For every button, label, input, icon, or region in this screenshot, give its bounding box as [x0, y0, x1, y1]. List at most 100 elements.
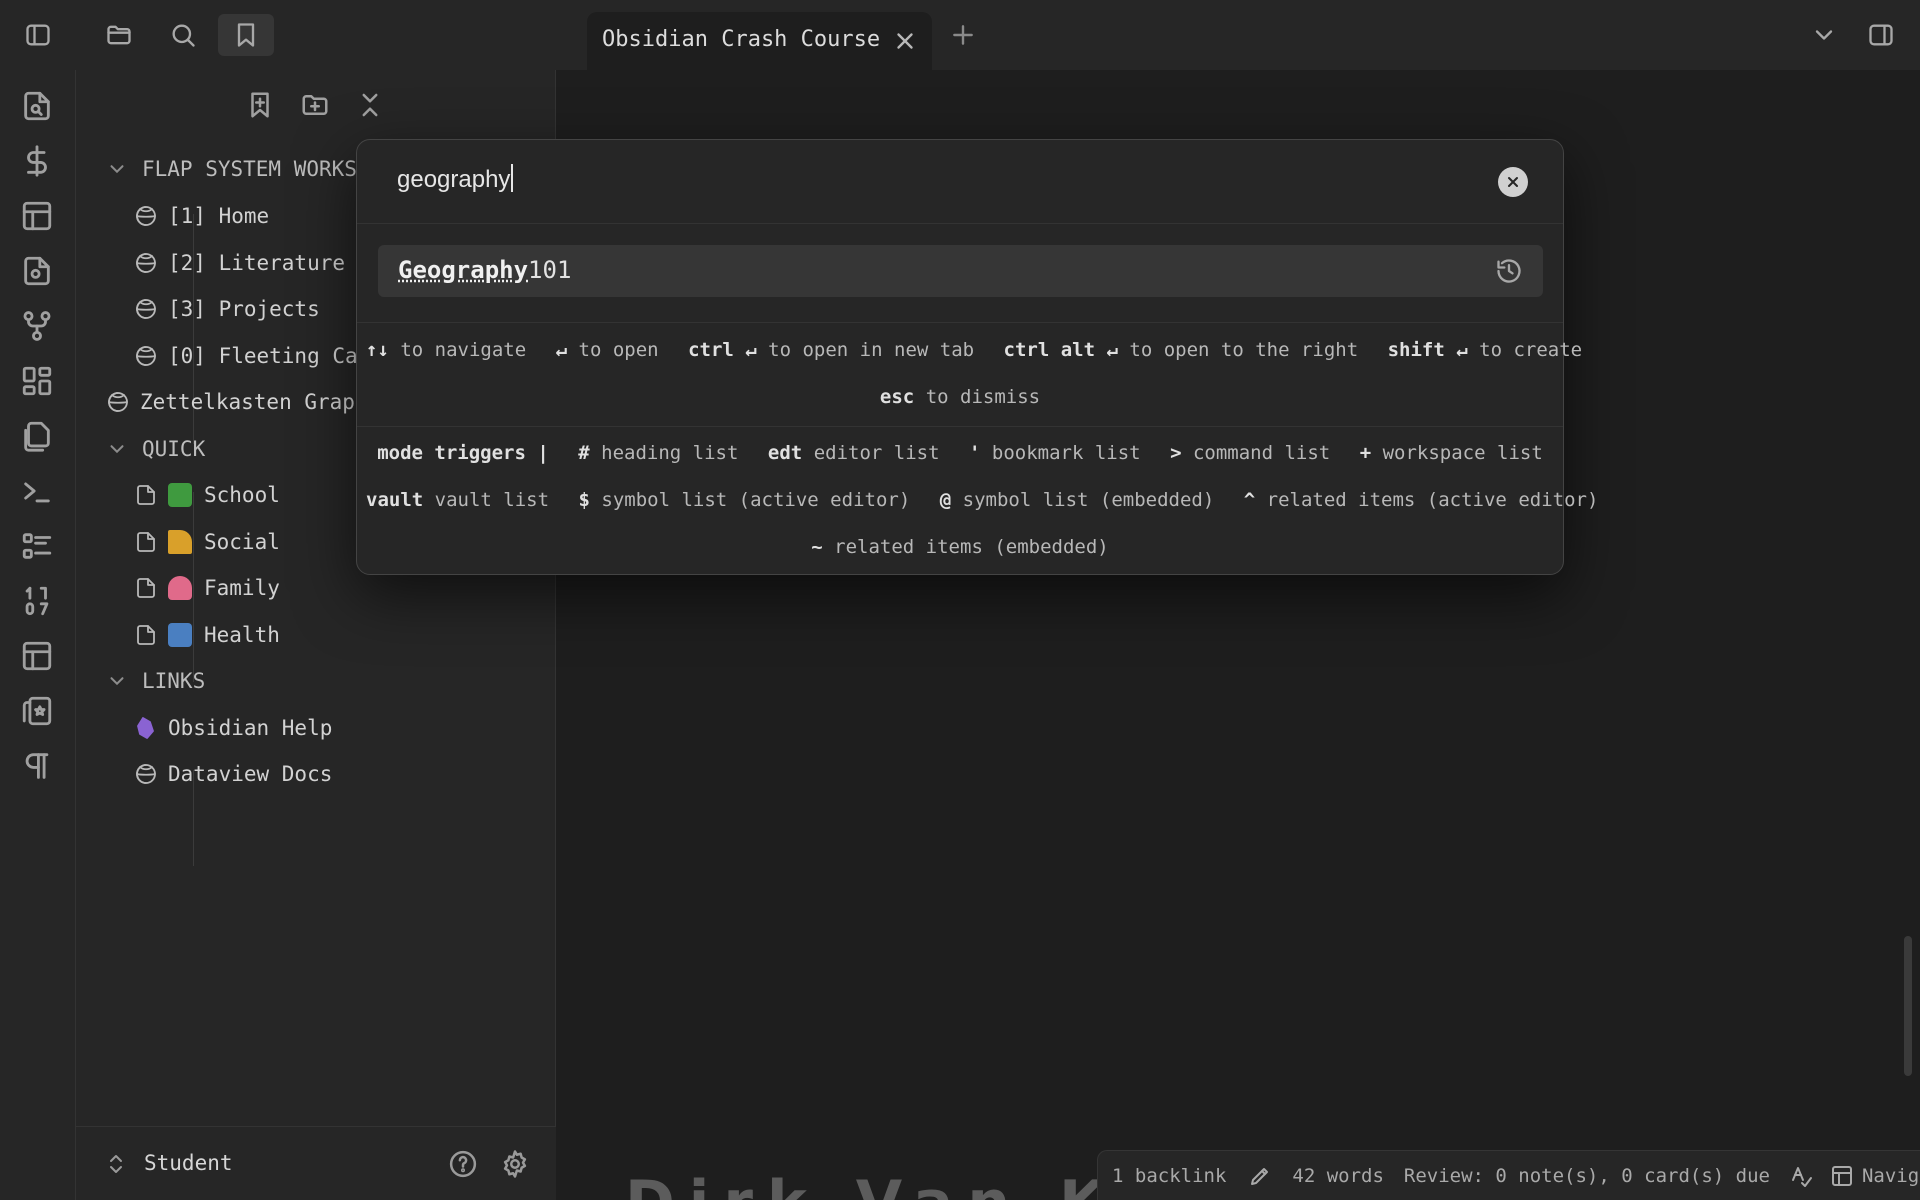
divider — [357, 322, 1563, 323]
bookmark-item-health[interactable]: Health — [134, 617, 280, 653]
navigate-button[interactable]: Navigate — [1830, 1164, 1920, 1188]
heart-icon — [168, 576, 192, 600]
bookmark-plus-icon — [245, 90, 275, 120]
chevrons-up-down-icon[interactable] — [106, 1153, 126, 1175]
bookmark-item-school[interactable]: School — [134, 477, 280, 513]
editor-scrollbar[interactable] — [1904, 936, 1912, 1076]
tab-title: Obsidian Crash Course — [602, 27, 880, 52]
mode-bookmark: ' bookmark list — [969, 442, 1141, 464]
bookmark-icon — [232, 21, 260, 49]
ribbon-layout-2-button[interactable] — [20, 639, 54, 673]
ribbon-layout-button[interactable] — [20, 199, 54, 233]
search-icon — [169, 21, 197, 49]
toggle-left-sidebar-button[interactable] — [10, 14, 66, 56]
spellcheck-button[interactable] — [1790, 1164, 1814, 1188]
ribbon-sort-numeric-button[interactable] — [20, 584, 54, 618]
workspace-icon — [106, 390, 130, 414]
list-checks-icon — [20, 529, 54, 563]
help-icon — [448, 1149, 478, 1179]
ribbon-dashboard-button[interactable] — [20, 364, 54, 398]
add-bookmark-button[interactable] — [245, 90, 275, 120]
edit-mode-button[interactable] — [1248, 1164, 1272, 1188]
ribbon-file-search-2-button[interactable] — [20, 254, 54, 288]
result-title: Geography101 — [398, 256, 571, 284]
instructions-row-1: ↑↓ to navigate ↵ to open ctrl ↵ to open … — [357, 339, 1563, 361]
mode-triggers-row-1: mode triggers | # heading list edt edito… — [357, 442, 1563, 464]
item-label: Health — [204, 623, 280, 647]
workspace-icon — [134, 344, 158, 368]
mode-heading: # heading list — [578, 442, 738, 464]
workspace-icon — [134, 204, 158, 228]
search-result-item[interactable]: Geography101 — [378, 245, 1543, 297]
dollar-icon — [20, 144, 54, 178]
bookmark-item-family[interactable]: Family — [134, 570, 280, 606]
file-icon — [134, 530, 158, 554]
vault-name[interactable]: Student — [144, 1151, 233, 1175]
toggle-right-sidebar-button[interactable] — [1853, 14, 1909, 56]
sidebar-left-icon — [24, 21, 52, 49]
mode-triggers-row-2: vault vault list $ symbol list (active e… — [357, 489, 1563, 511]
mode-related-active: ^ related items (active editor) — [1244, 489, 1599, 511]
mode-workspace: + workspace list — [1360, 442, 1543, 464]
mode-triggers-title: mode triggers | — [377, 442, 549, 464]
bookmark-item-zettelkasten-graph[interactable]: Zettelkasten Graph — [106, 384, 368, 420]
file-icon — [134, 623, 158, 647]
bookmark-item-dataview-docs[interactable]: Dataview Docs — [134, 756, 332, 792]
file-explorer-button[interactable] — [91, 14, 147, 56]
tab-list-button[interactable] — [1796, 14, 1852, 56]
new-tab-button[interactable] — [950, 22, 978, 50]
collapse-all-button[interactable] — [355, 90, 385, 120]
new-bookmark-group-button[interactable] — [300, 90, 330, 120]
mode-command: > command list — [1170, 442, 1330, 464]
terminal-icon — [20, 474, 54, 508]
item-label: School — [204, 483, 280, 507]
group-label: LINKS — [142, 669, 205, 693]
bookmark-item-obsidian-help[interactable]: Obsidian Help — [134, 710, 332, 746]
chevrons-collapse-icon — [355, 90, 385, 120]
bookmark-item-home[interactable]: [1] Home — [134, 198, 269, 234]
bookmark-group-quick[interactable]: QUICK — [106, 431, 205, 467]
bookmark-item-social[interactable]: Social — [134, 524, 280, 560]
file-icon — [134, 576, 158, 600]
ribbon-pilcrow-button[interactable] — [20, 749, 54, 783]
ribbon-copy-button[interactable] — [20, 419, 54, 453]
review-status[interactable]: Review: 0 note(s), 0 card(s) due — [1404, 1165, 1770, 1187]
pilcrow-icon — [20, 749, 54, 783]
flashcards-icon — [20, 694, 54, 728]
bookmark-group-links[interactable]: LINKS — [106, 663, 205, 699]
text-caret — [511, 164, 513, 192]
clear-search-button[interactable] — [1498, 167, 1528, 197]
sidebar-right-icon — [1867, 21, 1895, 49]
help-button[interactable] — [448, 1149, 478, 1179]
hint-create: shift ↵ to create — [1388, 339, 1582, 361]
hint-navigate: ↑↓ to navigate — [366, 339, 526, 361]
layout-icon — [20, 639, 54, 673]
file-icon — [134, 483, 158, 507]
ribbon-terminal-button[interactable] — [20, 474, 54, 508]
layout-icon — [20, 199, 54, 233]
result-rest: 101 — [528, 256, 571, 284]
bookmarks-button[interactable] — [218, 14, 274, 56]
backlink-count[interactable]: 1 backlink — [1112, 1165, 1226, 1187]
group-label: FLAP SYSTEM WORKSPACE — [142, 157, 382, 181]
title-bar: Obsidian Crash Course — [0, 0, 1920, 70]
group-label: QUICK — [142, 437, 205, 461]
ribbon-checklist-button[interactable] — [20, 529, 54, 563]
item-label: Zettelkasten Graph — [140, 390, 368, 414]
recent-history-icon — [1495, 257, 1523, 285]
ribbon-file-search-button[interactable] — [20, 89, 54, 123]
file-search-icon — [20, 254, 54, 288]
ribbon-dollar-button[interactable] — [20, 144, 54, 178]
result-match: Geography — [398, 256, 528, 284]
settings-button[interactable] — [500, 1149, 530, 1179]
workspace-icon — [134, 251, 158, 275]
bookmark-item-projects[interactable]: [3] Projects — [134, 291, 320, 327]
tab-close-button[interactable] — [892, 28, 918, 54]
ribbon-graph-button[interactable] — [20, 309, 54, 343]
tab-obsidian-crash-course[interactable]: Obsidian Crash Course — [587, 12, 932, 70]
search-input[interactable]: geography — [397, 164, 513, 194]
bookmark-group-flap[interactable]: FLAP SYSTEM WORKSPACE — [106, 151, 382, 187]
ribbon-flashcards-button[interactable] — [20, 694, 54, 728]
search-button[interactable] — [155, 14, 211, 56]
status-bar: 1 backlink 42 words Review: 0 note(s), 0… — [1097, 1150, 1920, 1200]
